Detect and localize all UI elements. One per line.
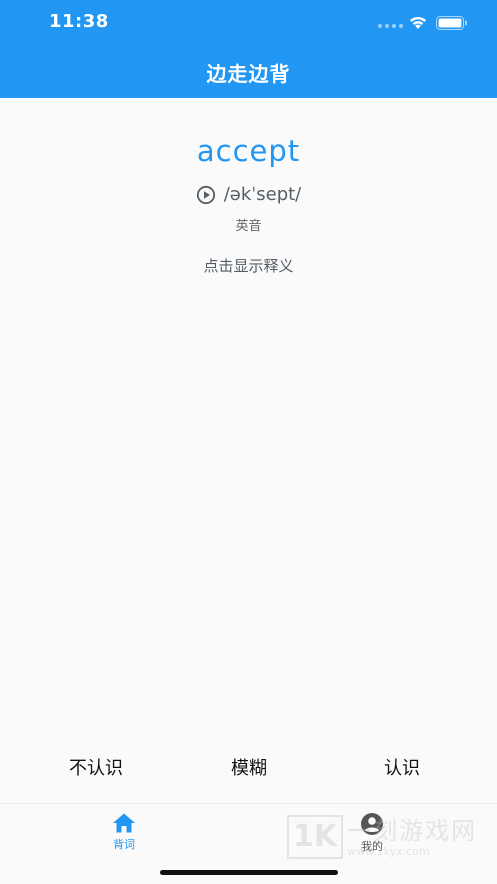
accent-label: 英音 (235, 219, 262, 234)
tab-study-label: 背词 (113, 838, 135, 851)
word-text: accept (196, 134, 301, 168)
page-title: 边走边背 (206, 62, 291, 86)
tab-study[interactable]: 背词 (84, 812, 164, 852)
play-circle-icon[interactable] (196, 185, 216, 205)
answer-buttons: 不认识 模糊 认识 (0, 754, 497, 782)
battery-icon (436, 16, 467, 30)
cellular-signal-icon (378, 24, 403, 28)
know-button[interactable]: 认识 (342, 754, 462, 780)
tab-mine[interactable]: 我的 (332, 812, 412, 854)
vague-button[interactable]: 模糊 (189, 754, 309, 780)
account-icon (361, 813, 383, 835)
dont-know-button[interactable]: 不认识 (36, 754, 156, 780)
phonetic-text: /əkˈsept/ (223, 184, 302, 205)
show-definition-button[interactable]: 点击显示释义 (0, 255, 497, 276)
status-time: 11:38 (49, 11, 109, 32)
home-indicator (160, 870, 338, 875)
tab-mine-label: 我的 (361, 840, 383, 853)
wifi-icon (410, 16, 426, 29)
home-icon (113, 813, 135, 833)
top-app-bar: 11:38 边走边背 (0, 0, 497, 98)
pronunciation-row: /əkˈsept/ (0, 184, 497, 205)
